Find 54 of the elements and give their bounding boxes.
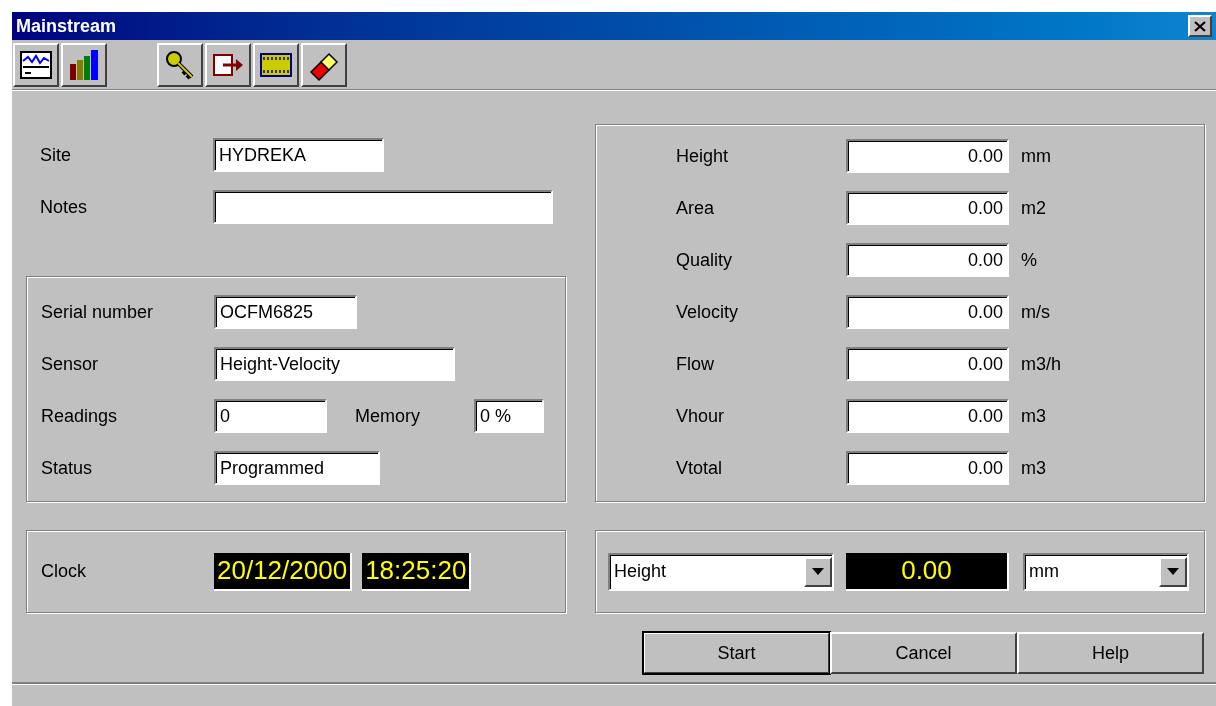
field-label: Velocity (676, 300, 740, 324)
field-label: Vhour (676, 404, 726, 428)
field-label: Status (41, 456, 94, 480)
device-field[interactable]: 0 (214, 399, 327, 433)
toolbar-button[interactable] (301, 42, 347, 87)
reading-display: 0.00 (846, 552, 1009, 591)
window-title: Mainstream (16, 14, 117, 38)
field-label: Readings (41, 404, 119, 428)
date-display: 20/12/2000 (214, 552, 353, 591)
field-label: Notes (40, 195, 89, 219)
close-icon (1194, 20, 1206, 32)
time-display: 18:25:20 (362, 552, 472, 591)
dialog-button[interactable]: Cancel (830, 632, 1017, 674)
toolbar-button[interactable] (13, 42, 59, 87)
dialog-button[interactable]: Start (643, 632, 830, 674)
device-field[interactable]: OCFM6825 (214, 295, 357, 329)
close-button[interactable] (1188, 15, 1212, 37)
toolbar-button[interactable] (157, 42, 203, 87)
measurement-field[interactable]: 0.00 (846, 139, 1009, 173)
measurement-field[interactable]: 0.00 (846, 347, 1009, 381)
device-field[interactable]: Height-Velocity (214, 347, 455, 381)
unit-label: % (1021, 248, 1037, 272)
unit-label: mm (1021, 144, 1051, 168)
unit-label: m/s (1021, 300, 1050, 324)
field-label: Vtotal (676, 456, 724, 480)
field-label: Clock (41, 560, 87, 583)
dropdown[interactable]: mm (1023, 552, 1189, 591)
dropdown[interactable]: Height (608, 552, 834, 591)
field-label: Memory (355, 404, 421, 428)
measurement-field[interactable]: 0.00 (846, 451, 1009, 485)
measurement-field[interactable]: 0.00 (846, 191, 1009, 225)
memory-field[interactable]: 0 % (474, 399, 544, 433)
unit-label: m2 (1021, 196, 1046, 220)
field-label: Area (676, 196, 716, 220)
field-label: Flow (676, 352, 715, 376)
toolbar-button[interactable] (253, 42, 299, 87)
field-label: Sensor (41, 352, 100, 376)
field-label: Site (40, 143, 73, 167)
measurement-field[interactable]: 0.00 (846, 399, 1009, 433)
toolbar-button[interactable] (205, 42, 251, 87)
field-label: Height (676, 144, 730, 168)
site-field[interactable]: HYDREKA (213, 138, 384, 172)
measurement-field[interactable]: 0.00 (846, 243, 1009, 277)
toolbar-button[interactable] (61, 42, 107, 87)
notes-field[interactable] (213, 190, 553, 224)
measurement-field[interactable]: 0.00 (846, 295, 1009, 329)
unit-label: m3 (1021, 456, 1046, 480)
field-label: Serial number (41, 300, 155, 324)
device-field[interactable]: Programmed (214, 451, 380, 485)
dialog-button[interactable]: Help (1017, 632, 1204, 674)
field-label: Quality (676, 248, 734, 272)
unit-label: m3/h (1021, 352, 1062, 376)
bar-chart-icon (67, 47, 101, 82)
unit-label: m3 (1021, 404, 1046, 428)
